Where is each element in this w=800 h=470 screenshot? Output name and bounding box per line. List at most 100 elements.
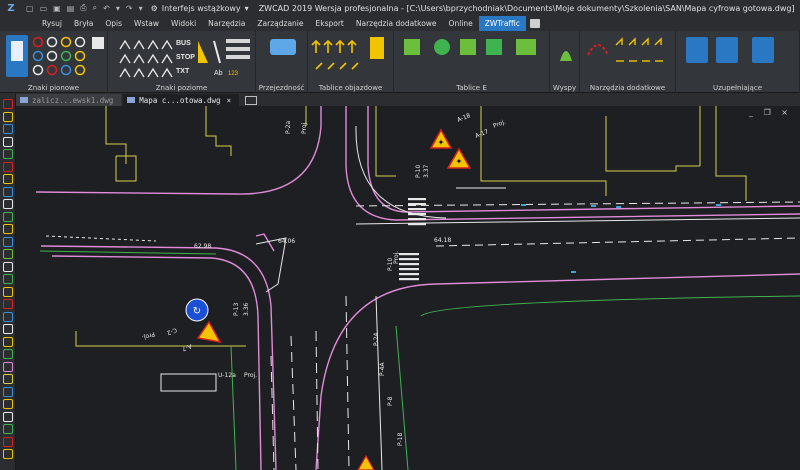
label-p8: P-8 — [387, 396, 394, 406]
ribbon-tab-bryła[interactable]: Bryła — [68, 16, 99, 31]
verge-line — [39, 250, 217, 255]
ribbon-tab-zwtraffic[interactable]: ZWTraffic — [478, 16, 526, 31]
save-as-icon[interactable]: ▤ — [67, 4, 75, 13]
lane-line — [355, 125, 447, 219]
print-preview-icon[interactable]: ⌕ — [93, 3, 97, 13]
left-tool-icon[interactable] — [3, 111, 13, 122]
road-edge — [35, 106, 322, 195]
crossing-stripe — [399, 263, 419, 266]
new-icon[interactable]: ▢ — [26, 4, 34, 13]
warning-triangle-icon — [196, 320, 222, 344]
label-p18: P-18 — [397, 433, 404, 446]
ribbon-tab-wstaw[interactable]: Wstaw — [128, 16, 165, 31]
tab-document-2[interactable]: Mapa c...otowa.dwg × — [123, 94, 240, 106]
ribbon-tab-narzędzia[interactable]: Narzędzia — [202, 16, 251, 31]
save-icon[interactable]: ▣ — [53, 4, 61, 13]
undo-icon[interactable]: ↶ — [103, 4, 110, 13]
ribbon-tab-online[interactable]: Online — [443, 16, 479, 31]
drawing-canvas[interactable]: ✦ ✦ ↻ A-18 A-17 Proj. P-10 3.37 P-2a Pro… — [16, 106, 800, 470]
document-tab-bar: zalicz...ewsk1.dwg Mapa c...otowa.dwg × — [16, 93, 800, 106]
ribbon-tab-widoki[interactable]: Widoki — [165, 16, 202, 31]
left-tool-icon[interactable] — [3, 424, 13, 434]
left-tool-icon[interactable] — [3, 411, 13, 422]
building-outline — [75, 331, 246, 347]
label-elevation: 64.06 — [278, 238, 295, 245]
left-tool-icon[interactable] — [3, 449, 13, 459]
building-outline — [105, 106, 127, 164]
crossing-stripe — [408, 198, 426, 201]
left-tool-icon[interactable] — [3, 199, 13, 209]
drawing-file-icon — [20, 97, 28, 103]
road-edge — [345, 106, 800, 221]
label-c2: C-2 — [166, 326, 178, 336]
drawing-file-icon — [127, 97, 136, 103]
left-tool-icon[interactable] — [3, 311, 13, 322]
left-toolbar — [0, 93, 16, 470]
close-tab-icon[interactable]: × — [227, 96, 232, 105]
left-tool-icon[interactable] — [3, 299, 13, 309]
new-tab-button[interactable] — [245, 96, 258, 105]
redo-dropdown-icon[interactable]: ▾ — [139, 4, 143, 13]
ribbon-tab-opis[interactable]: Opis — [99, 16, 128, 31]
left-tool-icon[interactable] — [3, 124, 13, 134]
label-u12a: U-12a — [218, 372, 236, 379]
ribbon-panel: BUS STOP TXT Ab 123 Znaki pionowe Znaki pozio… — [0, 31, 800, 93]
road-edges — [35, 106, 800, 470]
left-tool-icon[interactable] — [3, 386, 13, 397]
left-tool-icon[interactable] — [3, 274, 13, 284]
ribbon-tab-eksport[interactable]: Eksport — [310, 16, 350, 31]
label-a18: A-18 — [456, 112, 472, 124]
verge-line — [230, 345, 237, 470]
window-title: ZWCAD 2019 Wersja profesjonalna - [C:\Us… — [258, 3, 795, 13]
left-tool-icon[interactable] — [3, 349, 13, 359]
print-icon[interactable]: ⎙ — [80, 3, 86, 13]
ribbon-tab-narzędzia-dodatkowe[interactable]: Narzędzia dodatkowe — [350, 16, 443, 31]
left-tool-icon[interactable] — [3, 436, 13, 447]
left-tool-icon[interactable] — [3, 249, 13, 259]
ribbon-tab-rysuj[interactable]: Rysuj — [36, 16, 68, 31]
ribbon-tab-zarządzanie[interactable]: Zarządzanie — [251, 16, 309, 31]
drainage-mark — [521, 204, 526, 206]
road-edge — [315, 273, 800, 470]
left-tool-icon[interactable] — [3, 286, 13, 297]
document-window-controls[interactable]: _ ❐ × — [749, 108, 792, 117]
title-bar: Z ▢ ▭ ▣ ▤ ⎙ ⌕ ↶ ▾ ↷ ▾ ⚙ Interfejs wstążk… — [0, 0, 800, 16]
left-tool-icon[interactable] — [3, 374, 13, 384]
label-a17: A-17 — [474, 128, 490, 140]
warning-sign-a18: ✦ — [429, 128, 453, 149]
left-tool-icon[interactable] — [3, 236, 13, 247]
ribbon-group-label: Znaki poziome — [155, 84, 208, 92]
crossing-stripe — [408, 223, 426, 226]
left-tool-icon[interactable] — [3, 174, 13, 184]
undo-dropdown-icon[interactable]: ▾ — [116, 4, 120, 13]
left-tool-icon[interactable] — [3, 211, 13, 222]
workspace-selector[interactable]: ⚙ Interfejs wstążkowy ▾ — [151, 4, 249, 13]
left-tool-icon[interactable] — [3, 186, 13, 197]
left-tool-icon[interactable] — [3, 136, 13, 147]
ribbon-group-label: Przejezdność — [258, 84, 305, 92]
redo-icon[interactable]: ↷ — [126, 4, 133, 13]
left-tool-icon[interactable] — [3, 399, 13, 409]
crossing-stripe — [408, 213, 426, 216]
left-tool-icon[interactable] — [3, 324, 13, 334]
road-edge — [367, 106, 800, 213]
ribbon-collapse-icon[interactable] — [529, 19, 540, 28]
zwcad-logo-icon: Z — [7, 2, 15, 14]
left-tool-icon[interactable] — [3, 361, 13, 372]
lane-line — [375, 295, 383, 470]
left-tool-icon[interactable] — [3, 224, 13, 234]
left-tool-icon[interactable] — [3, 336, 13, 347]
label-proj: Proj. — [492, 118, 507, 129]
label-proj: Proj. — [393, 251, 400, 264]
label-p2a: P-2a — [285, 121, 292, 134]
left-tool-icon[interactable] — [3, 99, 13, 109]
left-tool-icon[interactable] — [3, 161, 13, 172]
left-tool-icon[interactable] — [3, 261, 13, 272]
building-outlines — [75, 106, 747, 347]
open-icon[interactable]: ▭ — [40, 4, 48, 13]
label-p4a: P-4A — [379, 362, 386, 376]
lane-box — [160, 373, 217, 392]
tab-document-1[interactable]: zalicz...ewsk1.dwg — [16, 94, 122, 106]
left-tool-icon[interactable] — [3, 149, 13, 159]
building-outline — [205, 106, 232, 156]
